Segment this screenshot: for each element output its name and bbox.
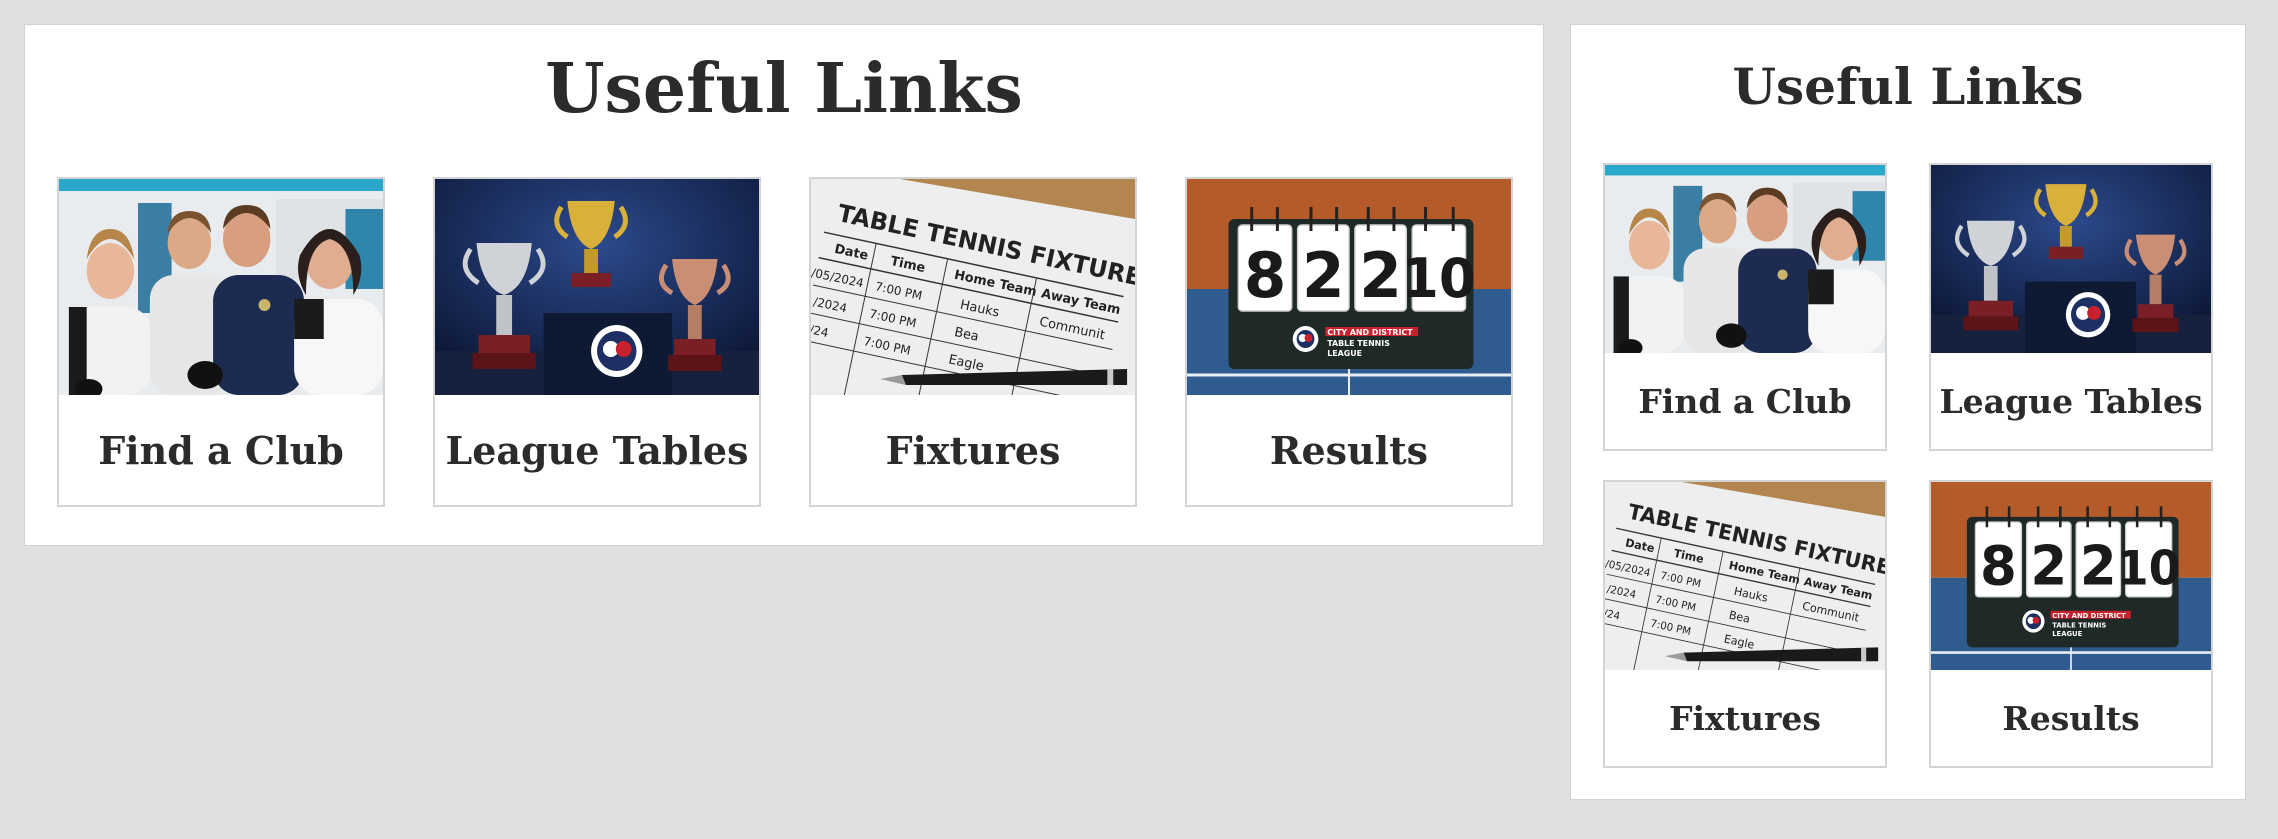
svg-text:2: 2 — [1359, 240, 1402, 312]
card-league-tables[interactable]: League Tables — [1929, 163, 2213, 451]
card-image: 8 2 2 10 CITY AND DISTRICT TABLE TENNIS … — [1187, 179, 1511, 395]
card-image: TABLE TENNIS FIXTURES Date Time Home Tea… — [811, 179, 1135, 395]
card-image — [435, 179, 759, 395]
scoreboard-photo: 8 2 2 10 CITY AND DISTRICT TABLE TENNIS … — [1187, 179, 1511, 395]
svg-text:CITY AND DISTRICT: CITY AND DISTRICT — [2052, 612, 2126, 620]
fixtures-sheet-photo: TABLE TENNIS FIXTURES Date Time Home Tea… — [1605, 482, 1885, 670]
card-find-a-club[interactable]: Find a Club — [1603, 163, 1887, 451]
group-of-players-photo — [59, 179, 383, 395]
svg-text:10: 10 — [2117, 541, 2181, 596]
svg-text:8: 8 — [1980, 534, 2017, 598]
svg-text:2: 2 — [2030, 534, 2067, 598]
useful-links-panel-wide: Useful Links Find a Club League Tables T… — [24, 24, 1544, 546]
card-label: League Tables — [1939, 381, 2203, 421]
fixtures-sheet-photo: TABLE TENNIS FIXTURES Date Time Home Tea… — [811, 179, 1135, 395]
scoreboard-photo: 8 2 2 10 CITY AND DISTRICT TABLE TENNIS … — [1931, 482, 2211, 670]
svg-text:2: 2 — [1302, 240, 1345, 312]
card-label: Find a Club — [98, 427, 344, 473]
card-label: Results — [2002, 698, 2140, 738]
svg-text:10: 10 — [1402, 247, 1476, 310]
card-label: Results — [1269, 427, 1429, 473]
trophies-photo — [1931, 165, 2211, 353]
card-results[interactable]: 8 2 2 10 CITY AND DISTRICT TABLE TENNIS … — [1929, 480, 2213, 768]
card-fixtures[interactable]: TABLE TENNIS FIXTURES Date Time Home Tea… — [809, 177, 1137, 507]
trophies-photo — [435, 179, 759, 395]
card-label: Fixtures — [885, 427, 1061, 473]
svg-text:2: 2 — [2080, 534, 2117, 598]
card-league-tables[interactable]: League Tables — [433, 177, 761, 507]
useful-links-heading: Useful Links — [545, 49, 1023, 129]
card-fixtures[interactable]: TABLE TENNIS FIXTURES Date Time Home Tea… — [1603, 480, 1887, 768]
svg-text:LEAGUE: LEAGUE — [2052, 630, 2082, 638]
card-results[interactable]: 8 2 2 10 CITY AND DISTRICT TABLE TENNIS … — [1185, 177, 1513, 507]
card-image — [1931, 165, 2211, 353]
card-find-a-club[interactable]: Find a Club — [57, 177, 385, 507]
card-image: TABLE TENNIS FIXTURES Date Time Home Tea… — [1605, 482, 1885, 670]
useful-links-panel-narrow: Useful Links Find a Club League Tables T… — [1570, 24, 2246, 800]
card-label: Find a Club — [1638, 381, 1852, 421]
group-of-players-photo — [1605, 165, 1885, 353]
svg-text:8: 8 — [1244, 240, 1287, 312]
card-image: 8 2 2 10 CITY AND DISTRICT TABLE TENNIS … — [1931, 482, 2211, 670]
card-label: League Tables — [445, 427, 749, 473]
useful-links-heading: Useful Links — [1732, 57, 2084, 116]
card-image — [1605, 165, 1885, 353]
svg-text:TABLE TENNIS: TABLE TENNIS — [2052, 621, 2106, 629]
svg-text:CITY AND DISTRICT: CITY AND DISTRICT — [1327, 328, 1413, 337]
card-label: Fixtures — [1669, 698, 1821, 738]
svg-text:TABLE TENNIS: TABLE TENNIS — [1327, 339, 1390, 348]
svg-text:LEAGUE: LEAGUE — [1327, 349, 1362, 358]
card-image — [59, 179, 383, 395]
